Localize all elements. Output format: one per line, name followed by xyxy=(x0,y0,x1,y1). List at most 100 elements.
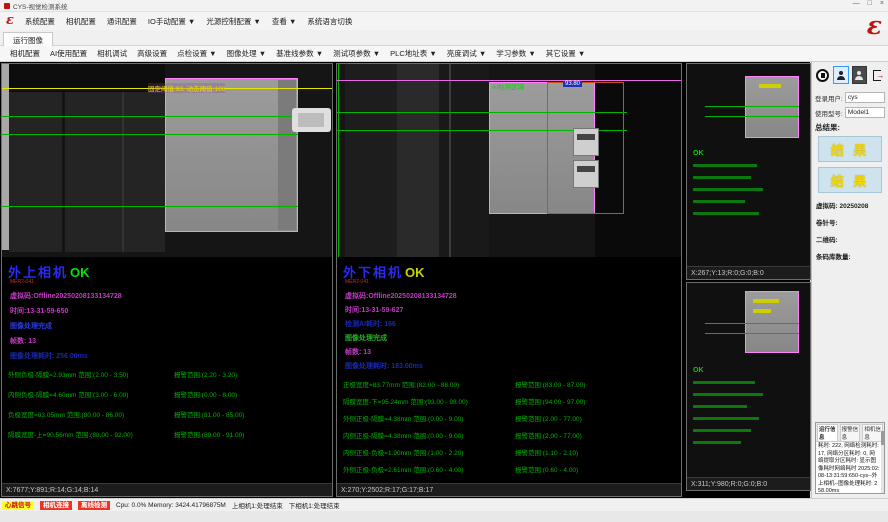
left-ok-status: OK xyxy=(70,265,90,280)
left-barcode: 虚拟码:Offline20250208133134728 xyxy=(10,291,326,301)
measure-line-overlay xyxy=(2,206,298,207)
right-sidebar: 登录用户: cys 使用型号: Model1 总结果: 结 果 结 果 虚拟码:… xyxy=(811,62,888,498)
measurement-row: 内侧负极-隔膜=4.60mm 范围:(3.00 - 6.00)报警范围:(0.0… xyxy=(8,389,326,399)
pause-icon xyxy=(816,69,829,82)
cell-block-shade xyxy=(278,80,296,230)
machine-column xyxy=(439,64,489,257)
offline-detect-badge: 离线检测 xyxy=(78,501,110,510)
ai-roi-label: AI检测区域 xyxy=(492,81,524,91)
menu-language-switch[interactable]: 系统语言切换 xyxy=(307,16,352,27)
tool-advanced-settings[interactable]: 高级设置 xyxy=(137,48,167,59)
measure-line-overlay xyxy=(705,116,799,117)
tab-patch-detail xyxy=(577,134,595,140)
login-user-button[interactable] xyxy=(833,66,848,84)
mid-ai-time: 检测AI耗时: 166 xyxy=(345,319,675,329)
operator-button[interactable] xyxy=(852,66,867,84)
menu-camera-config[interactable]: 相机配置 xyxy=(66,16,96,27)
tab-patch xyxy=(573,160,599,188)
heartbeat-badge: 心跳信号 xyxy=(2,501,34,510)
toolbar: 相机配置 AI使用配置 相机调试 高级设置 点检设置 ▼ 图像处理 ▼ 基准线参… xyxy=(0,46,888,62)
mid-camera-panel: AI检测区域 93.80 外下相机 OK MER2-041 虚拟码:Offlin… xyxy=(336,63,682,497)
tool-baseline-params[interactable]: 基准线参数 ▼ xyxy=(276,48,323,59)
log-tab-camera-info[interactable]: 相机信息 xyxy=(862,424,883,441)
maximize-button[interactable]: □ xyxy=(868,0,872,7)
close-button[interactable]: × xyxy=(880,0,884,7)
menu-comm-config[interactable]: 通讯配置 xyxy=(107,16,137,27)
overlay-text-mark xyxy=(753,299,779,303)
measurement-row: 外侧正极-负极=2.61mm 范围:(0.60 - 4.00)报警范围:(0.6… xyxy=(343,464,675,474)
cpu-memory-status: Cpu: 0.0% Memory: 3424.41796875M xyxy=(116,502,226,509)
window-title: CYS-视觉检测系统 xyxy=(13,1,68,11)
measure-line-overlay xyxy=(2,134,298,135)
result-text-line xyxy=(693,176,751,179)
left-time: 时间:13-31-59-650 xyxy=(10,306,326,316)
left-camera-image[interactable]: 固定阈值:93, 动态阈值:100 xyxy=(2,64,332,257)
pause-button[interactable] xyxy=(815,66,830,84)
thumb2-ok: OK xyxy=(693,367,704,374)
tool-camera-config[interactable]: 相机配置 xyxy=(10,48,40,59)
log-tab-alarm-info[interactable]: 报警信息 xyxy=(840,424,861,441)
roll-pin-label: 卷针号: xyxy=(816,217,885,227)
measure-line-overlay xyxy=(337,112,627,113)
tab-run-image[interactable]: 运行图像 xyxy=(3,32,53,47)
tab-strip: 运行图像 xyxy=(0,30,888,46)
log-scrollbar[interactable] xyxy=(881,431,884,493)
menu-system-config[interactable]: 系统配置 xyxy=(25,16,55,27)
mid-frame-count: 帧数: 13 xyxy=(345,347,675,357)
mid-process-time: 图像处理耗时: 183.00ms xyxy=(345,361,675,371)
menu-view[interactable]: 查看 ▼ xyxy=(272,16,297,27)
mid-process-status: 图像处理完成 xyxy=(345,333,675,343)
exit-button[interactable] xyxy=(870,66,885,84)
result-text-line xyxy=(693,381,755,384)
tool-learning-params[interactable]: 学习参数 ▼ xyxy=(496,48,536,59)
tool-spot-check[interactable]: 点检设置 ▼ xyxy=(177,48,217,59)
tool-camera-debug[interactable]: 相机调试 xyxy=(97,48,127,59)
model-select[interactable]: Model1 xyxy=(845,107,885,118)
measurement-row: 隔膜宽度-上=90.56mm 范围:(88.00 - 92.00)报警范围:(8… xyxy=(8,429,326,439)
menu-light-control-config[interactable]: 光源控制配置 ▼ xyxy=(206,16,261,27)
tool-image-processing[interactable]: 图像处理 ▼ xyxy=(227,48,267,59)
result-text-line xyxy=(693,212,759,215)
tool-plc-address-table[interactable]: PLC地址表 ▼ xyxy=(390,48,437,59)
machine-column xyxy=(397,64,439,257)
minimize-button[interactable]: — xyxy=(853,0,860,7)
result-text-line xyxy=(693,200,745,203)
operator-icon xyxy=(854,71,864,80)
left-result-text: 外上相机 OK MER2-041 虚拟码:Offline202502081331… xyxy=(2,257,332,483)
model-label: 使用型号: xyxy=(815,108,843,118)
thumb1-ok: OK xyxy=(693,150,704,157)
tool-test-item-params[interactable]: 测试项参数 ▼ xyxy=(333,48,380,59)
measure-line-overlay xyxy=(705,333,799,334)
thumb2-image[interactable]: OK xyxy=(687,283,810,477)
gripper-part-inner xyxy=(298,113,324,127)
tool-other-settings[interactable]: 其它设置 ▼ xyxy=(546,48,586,59)
mid-result-text: 外下相机 OK MER2-041 虚拟码:Offline202502081331… xyxy=(337,257,681,483)
thumb1-image[interactable]: OK xyxy=(687,64,810,266)
left-pixel-coords: X:7677;Y:891;R:14;G:14;B:14 xyxy=(2,483,332,496)
menubar: ε 系统配置 相机配置 通讯配置 IO手动配置 ▼ 光源控制配置 ▼ 查看 ▼ … xyxy=(0,12,888,30)
edge-line-overlay xyxy=(338,64,339,257)
measure-line-overlay xyxy=(2,116,298,117)
result-badge-top: 结 果 xyxy=(818,136,882,162)
log-panel: 运行信息 报警信息 相机信息 耗时: 222, 网络检测耗时: 17, 网络分区… xyxy=(815,422,885,494)
machine-edge-strip xyxy=(2,64,9,250)
tool-brightness-debug[interactable]: 亮度调试 ▼ xyxy=(447,48,487,59)
overlay-text-mark xyxy=(753,309,771,313)
mid-ok-status: OK xyxy=(405,265,425,280)
mid-barcode: 虚拟码:Offline20250208133134728 xyxy=(345,291,675,301)
workspace: 固定阈值:93, 动态阈值:100 外上相机 OK MER2-041 虚拟码:O… xyxy=(0,62,810,498)
app-icon xyxy=(4,3,10,9)
tool-ai-usage-config[interactable]: AI使用配置 xyxy=(50,48,87,59)
result-text-line xyxy=(693,429,751,432)
measurement-row: 内侧正极-负极=1.90mm 范围:(1.00 - 2.20)报警范围:(1.1… xyxy=(343,447,675,457)
mid-camera-image[interactable]: AI检测区域 93.80 xyxy=(337,64,681,257)
log-tab-run-info[interactable]: 运行信息 xyxy=(817,424,838,441)
measure-line-overlay xyxy=(705,323,799,324)
machine-column xyxy=(345,64,397,257)
left-process-status: 图像处理完成 xyxy=(10,321,326,331)
menu-io-manual-config[interactable]: IO手动配置 ▼ xyxy=(148,16,195,27)
login-user-field[interactable]: cys xyxy=(845,92,885,103)
mid-time: 时间:13-31-59-627 xyxy=(345,305,675,315)
measurement-row: 隔膜宽度-下=95.24mm 范围:(93.00 - 98.00)报警范围:(9… xyxy=(343,396,675,406)
machine-highlight xyxy=(449,64,451,257)
